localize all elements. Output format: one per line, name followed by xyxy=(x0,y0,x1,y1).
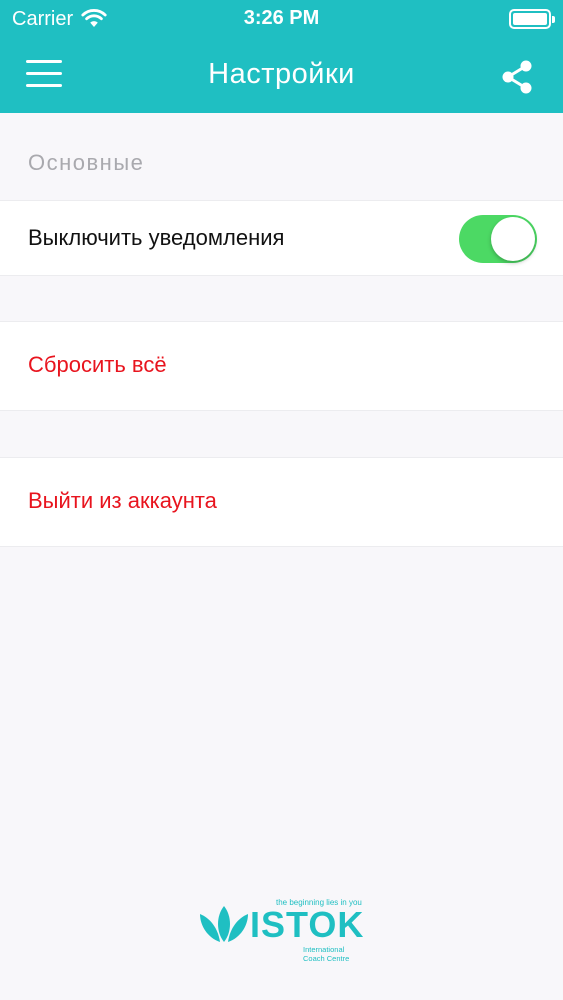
section-header-main: Основные xyxy=(28,150,145,175)
wifi-icon xyxy=(81,9,107,27)
lotus-logo-icon xyxy=(200,906,248,942)
logo-wordmark: ISTOK xyxy=(250,904,365,945)
navigation-bar: Настройки xyxy=(0,38,563,113)
notifications-label: Выключить уведомления xyxy=(28,225,285,250)
page-title: Настройки xyxy=(208,58,355,90)
logo-subtitle: International Coach Centre xyxy=(303,945,349,963)
battery-icon xyxy=(509,9,555,29)
notifications-toggle[interactable] xyxy=(459,215,537,263)
battery-level xyxy=(513,13,547,25)
status-left: Carrier xyxy=(12,8,107,31)
toggle-knob xyxy=(491,217,535,261)
logout-button[interactable]: Выйти из аккаунта xyxy=(28,488,217,514)
istok-logo: the beginning lies in you ISTOK Internat… xyxy=(196,898,368,966)
notifications-row: Выключить уведомления xyxy=(0,200,563,276)
logo-subtitle-line2: Coach Centre xyxy=(303,954,350,963)
hamburger-menu-icon[interactable] xyxy=(26,59,62,89)
reset-all-row[interactable]: Сбросить всё xyxy=(0,321,563,411)
logo-subtitle-line1: International xyxy=(303,945,345,954)
logout-row[interactable]: Выйти из аккаунта xyxy=(0,457,563,547)
share-icon[interactable] xyxy=(500,59,534,95)
reset-all-button[interactable]: Сбросить всё xyxy=(28,352,167,378)
carrier-label: Carrier xyxy=(12,7,74,30)
top-bar: Carrier 3:26 PM Настройки xyxy=(0,0,563,113)
status-bar: Carrier xyxy=(0,0,563,38)
